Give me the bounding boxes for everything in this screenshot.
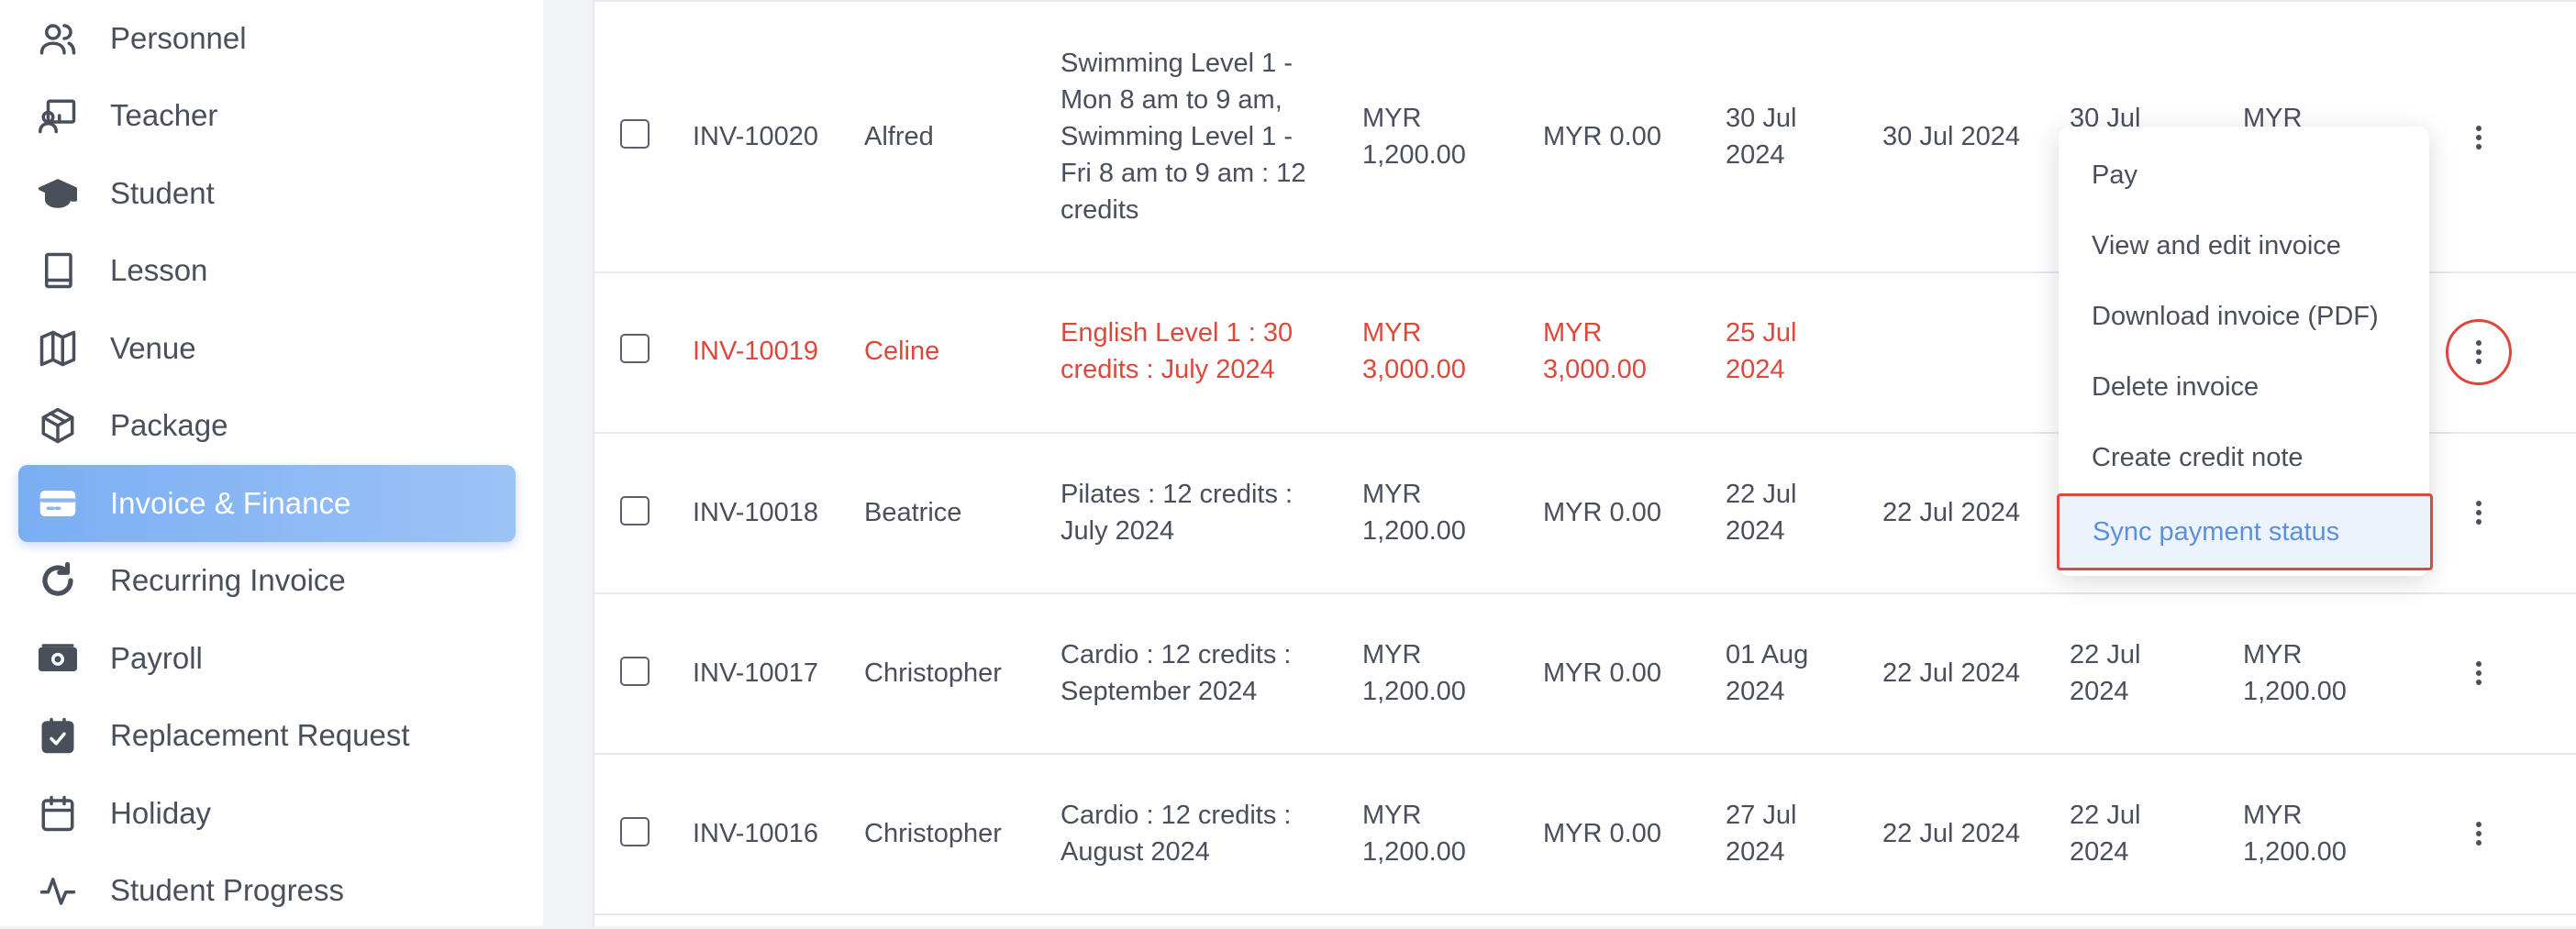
date-column: 22 Jul 2024 [2070,640,2141,706]
row-checkbox[interactable] [620,119,650,149]
amount: MYR 1,200.00 [1362,480,1466,546]
customer-name: Celine [864,337,940,366]
issue-date: 22 Jul 2024 [1882,498,2020,527]
sidebar-item-student-progress[interactable]: Student Progress [18,852,516,929]
sidebar-item-recurring-invoice[interactable]: Recurring Invoice [18,542,516,619]
map-icon [39,329,95,368]
book-icon [39,251,95,290]
sidebar-item-label: Payroll [110,641,203,675]
amount: MYR 1,200.00 [1362,640,1466,706]
due-date: 25 Jul 2024 [1726,318,1797,384]
sidebar-item-payroll[interactable]: Payroll [18,620,516,697]
sidebar-item-label: Recurring Invoice [110,563,346,597]
due-date: 30 Jul 2024 [1726,104,1797,170]
issue-date: 22 Jul 2024 [1882,658,2020,688]
invoice-number[interactable]: INV-10016 [693,815,818,852]
calendar-check-icon [39,716,95,755]
graduation-cap-icon [39,174,95,213]
more-vertical-icon [2476,340,2482,364]
total-column: MYR 1,200.00 [2243,801,2347,867]
row-actions-button[interactable] [2451,110,2506,165]
row-checkbox[interactable] [620,657,650,686]
menu-item-create-credit-note[interactable]: Create credit note [2059,430,2429,485]
money-icon [39,639,95,678]
sidebar-item-lesson[interactable]: Lesson [18,232,516,309]
sidebar-item-label: Holiday [110,796,212,830]
row-checkbox[interactable] [620,817,650,846]
row-actions-button[interactable] [2451,646,2506,701]
menu-item-download-invoice-pdf[interactable]: Download invoice (PDF) [2059,289,2429,344]
calendar-icon [39,794,95,833]
due-date: 01 Aug 2024 [1726,640,1809,706]
date-column: 22 Jul 2024 [2070,801,2141,867]
invoice-number[interactable]: INV-10017 [693,655,818,691]
sidebar-item-teacher[interactable]: Teacher [18,77,516,154]
customer-name: Beatrice [864,498,962,527]
paid-amount: MYR 0.00 [1543,498,1661,527]
sidebar-item-label: Personnel [110,21,247,55]
paid-amount: MYR 3,000.00 [1543,318,1647,384]
sidebar-item-label: Invoice & Finance [110,486,351,520]
row-checkbox[interactable] [620,496,650,525]
due-date: 22 Jul 2024 [1726,480,1797,546]
invoice-number[interactable]: INV-10018 [693,494,818,531]
table-row[interactable]: INV-10017 Christopher Cardio : 12 credit… [594,594,2576,755]
invoice-number[interactable]: INV-10020 [693,118,818,155]
description: Cardio : 12 credits : August 2024 [1060,801,1292,867]
more-vertical-icon [2476,501,2482,525]
menu-item-pay[interactable]: Pay [2059,148,2429,203]
description: English Level 1 : 30 credits : July 2024 [1060,318,1294,384]
sidebar-item-replacement-request[interactable]: Replacement Request [18,697,516,774]
description: Swimming Level 1 - Mon 8 am to 9 am, Swi… [1060,49,1306,225]
sidebar-item-label: Venue [110,331,196,365]
paid-amount: MYR 0.00 [1543,819,1661,848]
sidebar-item-personnel[interactable]: Personnel [18,0,516,77]
more-vertical-icon [2476,661,2482,685]
row-actions-menu: Pay View and edit invoice Download invoi… [2057,127,2433,576]
row-actions-button[interactable] [2451,485,2506,540]
total-column: MYR 1,200.00 [2243,640,2347,706]
menu-item-delete-invoice[interactable]: Delete invoice [2059,359,2429,415]
sidebar-item-venue[interactable]: Venue [18,310,516,387]
sidebar-item-package[interactable]: Package [18,387,516,464]
row-actions-button[interactable] [2451,806,2506,861]
table-row[interactable]: INV-10016 Christopher Cardio : 12 credit… [594,755,2576,915]
amount: MYR 1,200.00 [1362,801,1466,867]
refresh-icon [39,561,95,600]
more-vertical-icon [2476,822,2482,846]
invoice-number[interactable]: INV-10019 [693,333,818,370]
activity-icon [39,871,95,910]
issue-date: 30 Jul 2024 [1882,122,2020,151]
paid-amount: MYR 0.00 [1543,122,1661,151]
amount: MYR 3,000.00 [1362,318,1466,384]
sidebar-item-student[interactable]: Student [18,155,516,232]
sidebar: Personnel Teacher Student Lesson Venue P… [0,0,543,926]
sidebar-item-label: Student Progress [110,873,344,907]
sidebar-item-invoice-finance[interactable]: Invoice & Finance [18,465,516,542]
credit-card-icon [39,484,95,523]
due-date: 27 Jul 2024 [1726,801,1797,867]
teacher-icon [39,96,95,135]
menu-item-sync-payment-status[interactable]: Sync payment status [2057,493,2433,570]
sidebar-item-label: Lesson [110,253,208,287]
issue-date: 22 Jul 2024 [1882,819,2020,848]
menu-item-view-edit-invoice[interactable]: View and edit invoice [2059,218,2429,273]
paid-amount: MYR 0.00 [1543,658,1661,688]
sidebar-item-label: Student [110,176,215,210]
users-icon [39,19,95,58]
sidebar-item-label: Teacher [110,98,218,132]
sidebar-item-label: Package [110,408,228,442]
sidebar-item-label: Replacement Request [110,718,410,752]
customer-name: Alfred [864,122,934,151]
customer-name: Christopher [864,819,1002,848]
amount: MYR 1,200.00 [1362,104,1466,170]
customer-name: Christopher [864,658,1002,688]
sidebar-item-holiday[interactable]: Holiday [18,775,516,852]
description: Pilates : 12 credits : July 2024 [1060,480,1294,546]
row-actions-button[interactable] [2446,319,2512,385]
description: Cardio : 12 credits : September 2024 [1060,640,1292,706]
more-vertical-icon [2476,126,2482,149]
row-checkbox[interactable] [620,334,650,363]
package-icon [39,406,95,445]
